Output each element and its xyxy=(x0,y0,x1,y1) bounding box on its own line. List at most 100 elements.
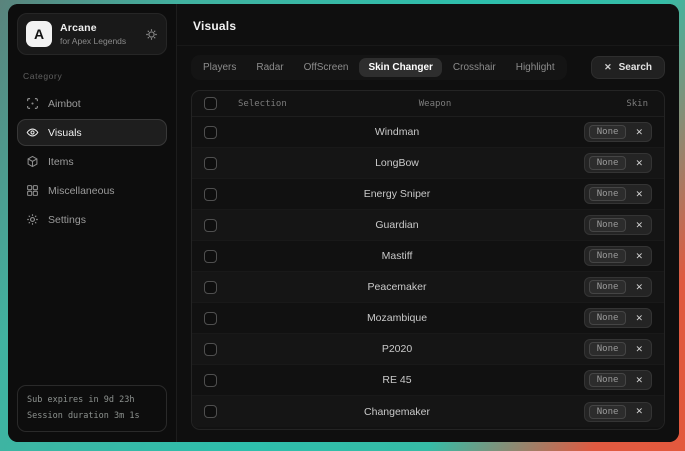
clear-skin-x-icon[interactable]: ✕ xyxy=(635,158,643,169)
clear-skin-x-icon[interactable]: ✕ xyxy=(635,189,643,200)
clear-skin-x-icon[interactable]: ✕ xyxy=(635,375,643,386)
sidebar-item-items[interactable]: Items xyxy=(17,148,167,175)
page-title: Visuals xyxy=(193,19,236,33)
app-logo: A xyxy=(26,21,52,47)
weapon-name: Guardian xyxy=(238,219,556,231)
weapon-name: Mastiff xyxy=(238,250,556,262)
skin-select-chip[interactable]: None ✕ xyxy=(584,308,652,328)
tab-bar: PlayersRadarOffScreenSkin ChangerCrossha… xyxy=(191,55,567,80)
row-checkbox[interactable] xyxy=(204,281,217,294)
skin-value: None xyxy=(589,187,627,201)
weapon-name: Energy Sniper xyxy=(238,188,556,200)
weapon-name: Windman xyxy=(238,126,556,138)
sub-expiry-text: Sub expires in 9d 23h xyxy=(27,393,157,408)
clear-skin-x-icon[interactable]: ✕ xyxy=(635,282,643,293)
skin-select-chip[interactable]: None ✕ xyxy=(584,339,652,359)
brand-text: Arcane for Apex Legends xyxy=(60,22,137,46)
brand-gear-icon[interactable] xyxy=(145,28,158,41)
skin-select-chip[interactable]: None ✕ xyxy=(584,122,652,142)
row-checkbox[interactable] xyxy=(204,374,217,387)
row-checkbox[interactable] xyxy=(204,188,217,201)
table-row: Windman None ✕ xyxy=(192,117,664,148)
sidebar-item-label: Settings xyxy=(48,214,86,226)
tab-crosshair[interactable]: Crosshair xyxy=(444,58,505,77)
column-header-selection: Selection xyxy=(238,99,348,109)
table-row: Mozambique None ✕ xyxy=(192,303,664,334)
sidebar-item-label: Visuals xyxy=(48,127,82,139)
table-row: Energy Sniper None ✕ xyxy=(192,179,664,210)
sidebar-item-settings[interactable]: Settings xyxy=(17,206,167,233)
skin-select-chip[interactable]: None ✕ xyxy=(584,153,652,173)
sidebar-item-label: Miscellaneous xyxy=(48,185,115,197)
category-label: Category xyxy=(23,71,163,81)
sidebar-item-label: Items xyxy=(48,156,74,168)
misc-grid-icon xyxy=(26,184,39,197)
sidebar-item-label: Aimbot xyxy=(48,98,81,110)
visuals-eye-icon xyxy=(26,126,39,139)
tab-players[interactable]: Players xyxy=(194,58,245,77)
table-row: LongBow None ✕ xyxy=(192,148,664,179)
sidebar-item-aimbot[interactable]: Aimbot xyxy=(17,90,167,117)
row-checkbox[interactable] xyxy=(204,405,217,418)
skin-select-chip[interactable]: None ✕ xyxy=(584,246,652,266)
sidebar: A Arcane for Apex Legends Category Aimbo… xyxy=(8,4,177,442)
row-checkbox[interactable] xyxy=(204,312,217,325)
sidebar-item-visuals[interactable]: Visuals xyxy=(17,119,167,146)
table-row: Peacemaker None ✕ xyxy=(192,272,664,303)
search-button[interactable]: ✕ Search xyxy=(591,56,665,79)
skin-value: None xyxy=(589,311,627,325)
toolbar: PlayersRadarOffScreenSkin ChangerCrossha… xyxy=(177,46,679,88)
skin-value: None xyxy=(589,280,627,294)
search-x-icon: ✕ xyxy=(604,62,612,73)
clear-skin-x-icon[interactable]: ✕ xyxy=(635,220,643,231)
clear-skin-x-icon[interactable]: ✕ xyxy=(635,251,643,262)
row-checkbox[interactable] xyxy=(204,343,217,356)
weapon-name: P2020 xyxy=(238,343,556,355)
clear-skin-x-icon[interactable]: ✕ xyxy=(635,344,643,355)
brand-card: A Arcane for Apex Legends xyxy=(17,13,167,55)
tab-radar[interactable]: Radar xyxy=(247,58,292,77)
select-all-checkbox[interactable] xyxy=(204,97,217,110)
skin-value: None xyxy=(589,373,627,387)
skin-value: None xyxy=(589,125,627,139)
sidebar-item-miscellaneous[interactable]: Miscellaneous xyxy=(17,177,167,204)
skin-value: None xyxy=(589,156,627,170)
sidebar-nav: Aimbot Visuals Items Miscellaneous Settings xyxy=(17,90,167,233)
skin-select-chip[interactable]: None ✕ xyxy=(584,370,652,390)
weapon-name: Mozambique xyxy=(238,312,556,324)
row-checkbox[interactable] xyxy=(204,250,217,263)
clear-skin-x-icon[interactable]: ✕ xyxy=(635,127,643,138)
items-box-icon xyxy=(26,155,39,168)
app-subtitle: for Apex Legends xyxy=(60,36,137,46)
settings-gear-icon xyxy=(26,213,39,226)
tab-offscreen[interactable]: OffScreen xyxy=(295,58,358,77)
tab-skin-changer[interactable]: Skin Changer xyxy=(359,58,441,77)
clear-skin-x-icon[interactable]: ✕ xyxy=(635,313,643,324)
skin-value: None xyxy=(589,218,627,232)
skin-value: None xyxy=(589,249,627,263)
skin-table: Selection Weapon Skin WindmanNone✕LongBo… xyxy=(191,90,665,430)
table-header-row: Selection Weapon Skin xyxy=(192,91,664,117)
table-body: Windman None ✕ LongBow None ✕ Energy Sniper Non… xyxy=(192,117,664,427)
sidebar-spacer xyxy=(17,233,167,385)
tab-highlight[interactable]: Highlight xyxy=(507,58,564,77)
weapon-name: Peacemaker xyxy=(238,281,556,293)
row-checkbox[interactable] xyxy=(204,219,217,232)
session-info-card: Sub expires in 9d 23h Session duration 3… xyxy=(17,385,167,432)
skin-value: None xyxy=(589,342,627,356)
weapon-name: LongBow xyxy=(238,157,556,169)
row-checkbox[interactable] xyxy=(204,157,217,170)
skin-select-chip[interactable]: None ✕ xyxy=(584,277,652,297)
weapon-name: Changemaker xyxy=(238,406,556,418)
app-window: A Arcane for Apex Legends Category Aimbo… xyxy=(8,4,679,442)
skin-value: None xyxy=(589,405,627,419)
search-button-label: Search xyxy=(619,62,652,73)
skin-select-chip[interactable]: None ✕ xyxy=(584,215,652,235)
clear-skin-x-icon[interactable]: ✕ xyxy=(635,406,643,417)
row-checkbox[interactable] xyxy=(204,126,217,139)
aimbot-scan-icon xyxy=(26,97,39,110)
skin-select-chip[interactable]: None ✕ xyxy=(584,402,652,422)
skin-select-chip[interactable]: None ✕ xyxy=(584,184,652,204)
main-panel: Visuals PlayersRadarOffScreenSkin Change… xyxy=(177,4,679,442)
main-header: Visuals xyxy=(177,4,679,46)
